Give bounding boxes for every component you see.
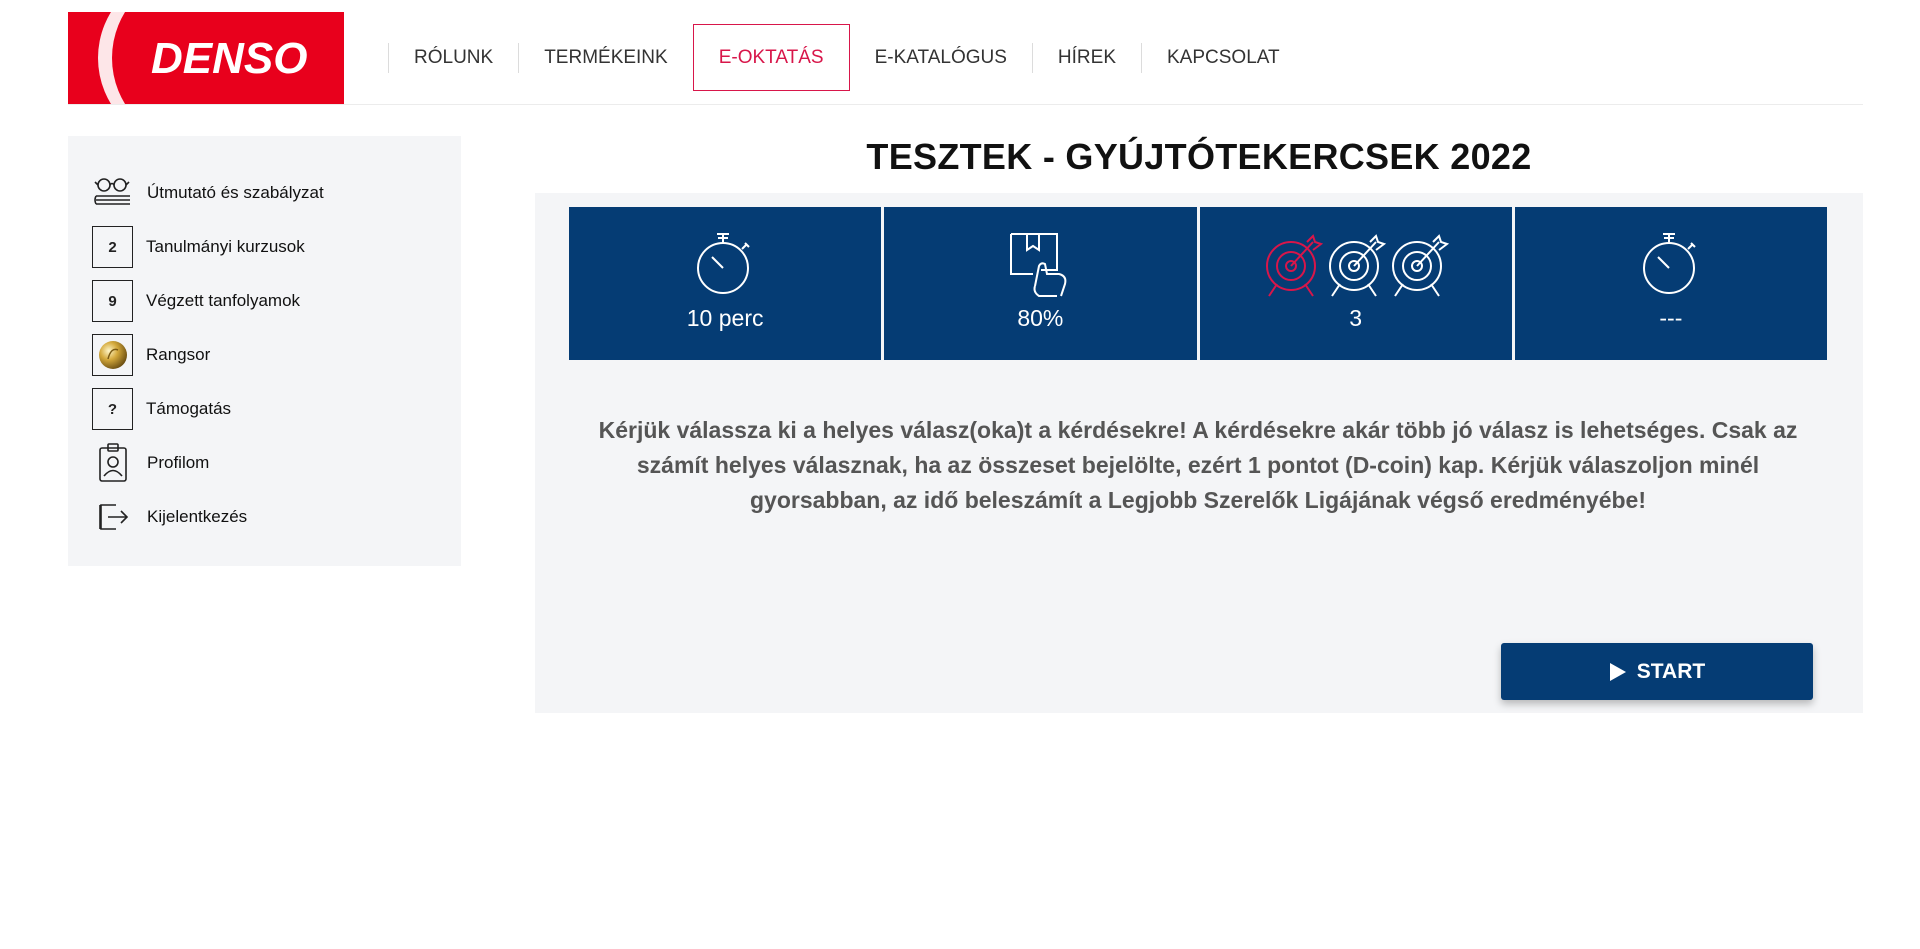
sidebar-item-label: Végzett tanfolyamok <box>146 291 301 310</box>
nav-item-hirek[interactable]: HÍREK <box>1033 24 1141 91</box>
sidebar-item-label: Profilom <box>147 453 210 472</box>
course-count-badge: 2 <box>92 226 133 268</box>
header-divider <box>68 104 1863 105</box>
sidebar-item-completed[interactable]: 9 Végzett tanfolyamok <box>68 274 461 328</box>
target-remaining-icon <box>1328 234 1386 297</box>
nav-item-rolunk[interactable]: RÓLUNK <box>389 24 518 91</box>
sidebar-item-label: Támogatás <box>146 399 232 418</box>
target-used-icon <box>1265 234 1323 297</box>
nav-item-e-oktatas[interactable]: E-OKTATÁS <box>692 24 850 91</box>
test-instructions: Kérjük válassza ki a helyes válasz(oka)t… <box>598 417 1798 513</box>
sidebar-item-courses[interactable]: 2 Tanulmányi kurzusok <box>68 220 461 274</box>
start-button[interactable]: START <box>1501 643 1813 700</box>
target-attempts-icon <box>1261 229 1451 299</box>
question-icon: ? <box>92 388 133 430</box>
target-remaining-icon <box>1391 234 1449 297</box>
stat-time-limit: 10 perc <box>569 207 882 360</box>
id-badge-icon <box>92 442 134 484</box>
sidebar-item-label: Rangsor <box>146 345 211 364</box>
test-stats: 10 perc 80% 3 --- <box>569 207 1827 360</box>
glasses-book-icon <box>92 172 134 214</box>
sidebar: Útmutató és szabályzat 2 Tanulmányi kurz… <box>68 136 461 566</box>
sidebar-item-label: Tanulmányi kurzusok <box>146 237 305 256</box>
stat-value: 3 <box>1349 305 1363 331</box>
stat-best-time: --- <box>1514 207 1827 360</box>
sidebar-item-profile[interactable]: Profilom <box>68 436 461 490</box>
stat-pass-threshold: 80% <box>884 207 1197 360</box>
sidebar-item-ranking[interactable]: Rangsor <box>68 328 461 382</box>
test-panel: 10 perc 80% 3 --- Kérjük válassza ki a h… <box>535 193 1863 713</box>
stat-value: 10 perc <box>686 305 764 331</box>
play-icon <box>1609 662 1626 681</box>
stopwatch-icon <box>695 229 755 299</box>
stat-value: 80% <box>1017 305 1064 331</box>
main-nav: RÓLUNK TERMÉKEINK E-OKTATÁS E-KATALÓGUS … <box>388 24 1305 91</box>
gold-coin-icon <box>92 334 133 376</box>
sidebar-item-logout[interactable]: Kijelentkezés <box>68 490 461 544</box>
completed-count-badge: 9 <box>92 280 133 322</box>
nav-item-termekeink[interactable]: TERMÉKEINK <box>519 24 693 91</box>
sidebar-item-label: Útmutató és szabályzat <box>147 183 324 202</box>
stat-value: --- <box>1659 305 1683 331</box>
page-title: TESZTEK - GYÚJTÓTEKERCSEK 2022 <box>866 136 1532 177</box>
stat-attempts: 3 <box>1199 207 1512 360</box>
start-button-label: START <box>1636 659 1706 683</box>
nav-item-e-katalogus[interactable]: E-KATALÓGUS <box>850 24 1032 91</box>
box-hand-icon <box>1005 229 1075 299</box>
nav-item-kapcsolat[interactable]: KAPCSOLAT <box>1142 24 1305 91</box>
sidebar-item-support[interactable]: ? Támogatás <box>68 382 461 436</box>
logo-text: DENSO <box>151 34 307 83</box>
logout-icon <box>92 496 134 538</box>
sidebar-item-label: Kijelentkezés <box>147 507 248 526</box>
sidebar-item-guide[interactable]: Útmutató és szabályzat <box>68 166 461 220</box>
stopwatch-icon <box>1641 229 1701 299</box>
denso-logo[interactable]: DENSO <box>68 12 344 104</box>
